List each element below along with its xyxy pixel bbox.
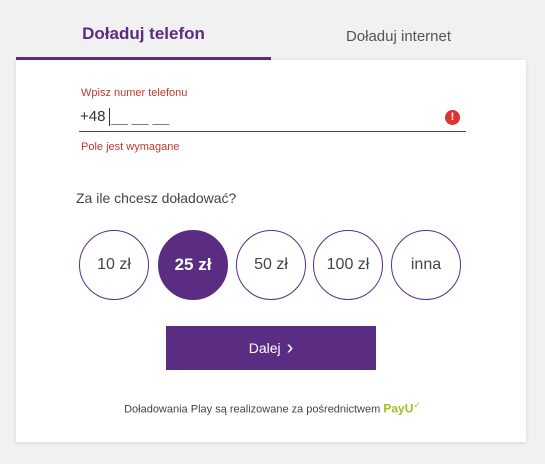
error-icon: ! <box>445 110 460 125</box>
payu-check-icon: ✓ <box>413 400 421 410</box>
footer-note: Doładowania Play są realizowane za pośre… <box>0 400 545 416</box>
tab-doladuj-internet[interactable]: Doładuj internet <box>271 0 526 60</box>
tab-bar: Doładuj telefon Doładuj internet <box>16 0 526 60</box>
phone-error-message: Pole jest wymagane <box>81 141 180 153</box>
next-button[interactable]: Dalej › <box>166 326 376 370</box>
amount-question: Za ile chcesz doładować? <box>76 190 237 206</box>
amount-option-100[interactable]: 100 zł <box>313 230 383 300</box>
amount-option-10[interactable]: 10 zł <box>79 230 149 300</box>
tab-doladuj-telefon[interactable]: Doładuj telefon <box>16 0 271 60</box>
payu-logo: PayU <box>383 401 414 416</box>
amount-option-25[interactable]: 25 zł <box>158 230 228 300</box>
amount-option-50[interactable]: 50 zł <box>236 230 306 300</box>
chevron-right-icon: › <box>286 337 294 359</box>
phone-prefix: +48 <box>80 108 106 125</box>
phone-field[interactable]: +48 ! <box>79 104 466 132</box>
phone-input[interactable] <box>111 106 441 128</box>
text-caret <box>109 108 110 126</box>
footer-text: Doładowania Play są realizowane za pośre… <box>124 403 381 416</box>
phone-field-label: Wpisz numer telefonu <box>81 87 188 99</box>
next-button-label: Dalej <box>248 340 281 356</box>
amount-option-other[interactable]: inna <box>391 230 461 300</box>
